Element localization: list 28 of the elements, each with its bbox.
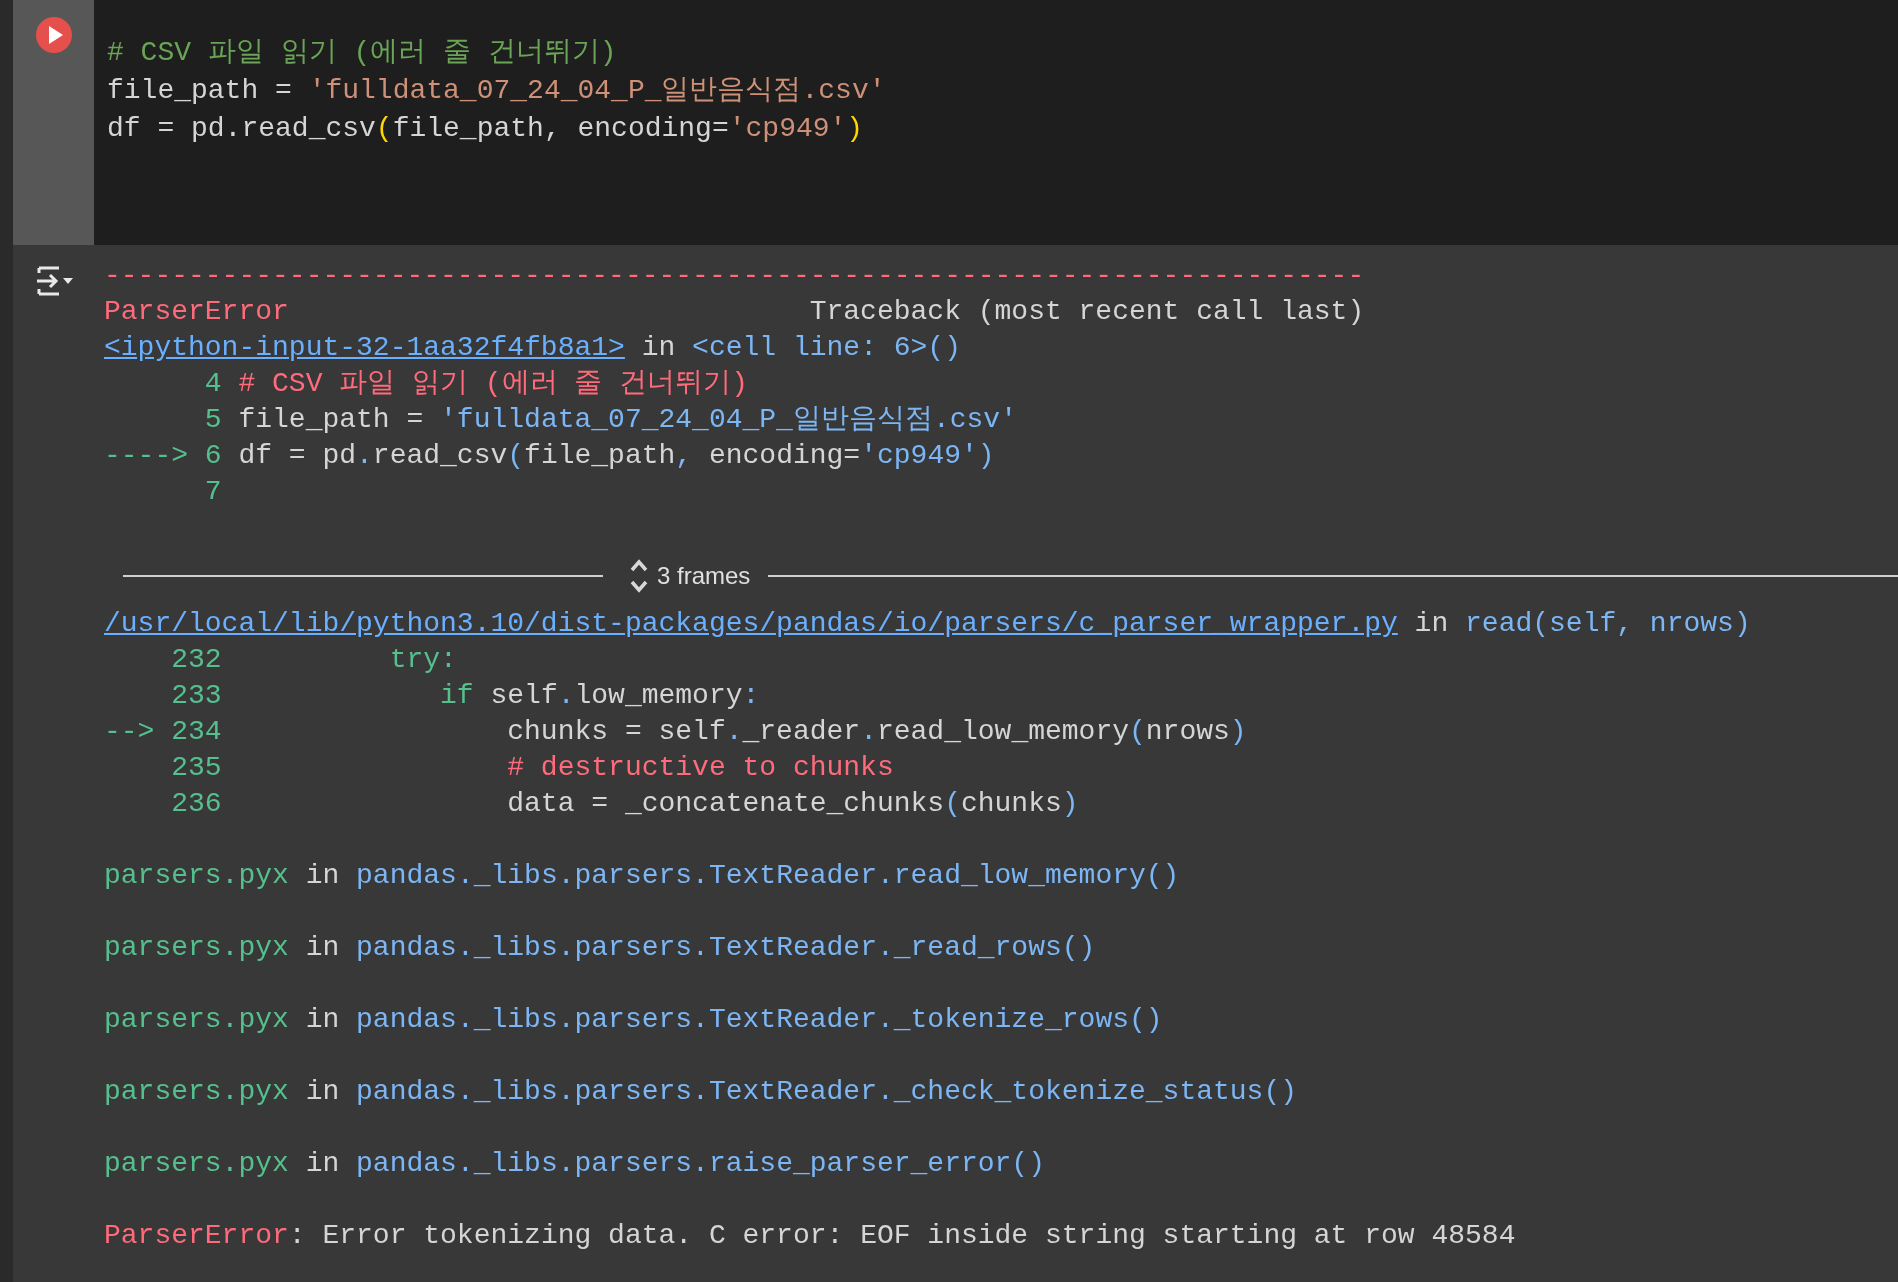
traceback-heading: Traceback (most recent call last) [809,295,1365,329]
code-line: file_path = 'fulldata_07_24_04_P_일반음식점.csv' [107,74,886,108]
traceback-line: parsers.pyx in pandas._libs.parsers.raise_parser_error() [104,1147,1046,1181]
traceback-line: parsers.pyx in pandas._libs.parsers.TextReader._check_tokenize_status() [104,1075,1298,1109]
traceback-line: 236 data = _concatenate_chunks(chunks) [170,787,1080,821]
traceback-line: 233 if self.low_memory: [170,679,761,713]
traceback-line: /usr/local/lib/python3.10/dist-packages/pandas/io/parsers/c_parser_wrapper.py in read(self, nrows) [104,607,1752,641]
traceback-line: <ipython-input-32-1aa32f4fb8a1> in <cell line: 6>() [104,331,962,365]
run-button[interactable] [35,17,72,53]
error-type: ParserError [104,295,289,329]
code-line: # CSV 파일 읽기 (에러 줄 건너뛰기) [107,36,618,70]
file-link[interactable]: /usr/local/lib/python3.10/dist-packages/pandas/io/parsers/c_parser_wrapper.py [104,608,1398,639]
traceback-line: 4 # CSV 파일 읽기 (에러 줄 건너뛰기) [203,367,750,401]
expand-collapse-icon [629,557,649,595]
code-line: df = pd.read_csv(file_path, encoding='cp949') [107,112,865,146]
file-link[interactable]: <ipython-input-32-1aa32f4fb8a1> [104,332,625,363]
traceback-line: parsers.pyx in pandas._libs.parsers.TextReader._read_rows() [104,931,1097,965]
traceback-line: parsers.pyx in pandas._libs.parsers.TextReader._tokenize_rows() [104,1003,1164,1037]
traceback-line: ParserError: Error tokenizing data. C error: EOF inside string starting at row 48584 [104,1219,1517,1253]
traceback-line: --> 234 chunks = self._reader.read_low_memory(nrows) [104,715,1248,749]
traceback-line: --------------------------------------------------------------------------- [104,259,1366,293]
frames-toggle[interactable]: 3 frames [603,557,769,595]
traceback-line: 5 file_path = 'fulldata_07_24_04_P_일반음식점.csv' [203,403,1018,437]
traceback-line: parsers.pyx in pandas._libs.parsers.TextReader.read_low_memory() [104,859,1181,893]
traceback-line: 232 try: [170,643,458,677]
traceback-line: 235 # destructive to chunks [170,751,895,785]
traceback-line: 7 [203,475,223,509]
traceback-line: ----> 6 df = pd.read_csv(file_path, encoding='cp949') [104,439,996,473]
